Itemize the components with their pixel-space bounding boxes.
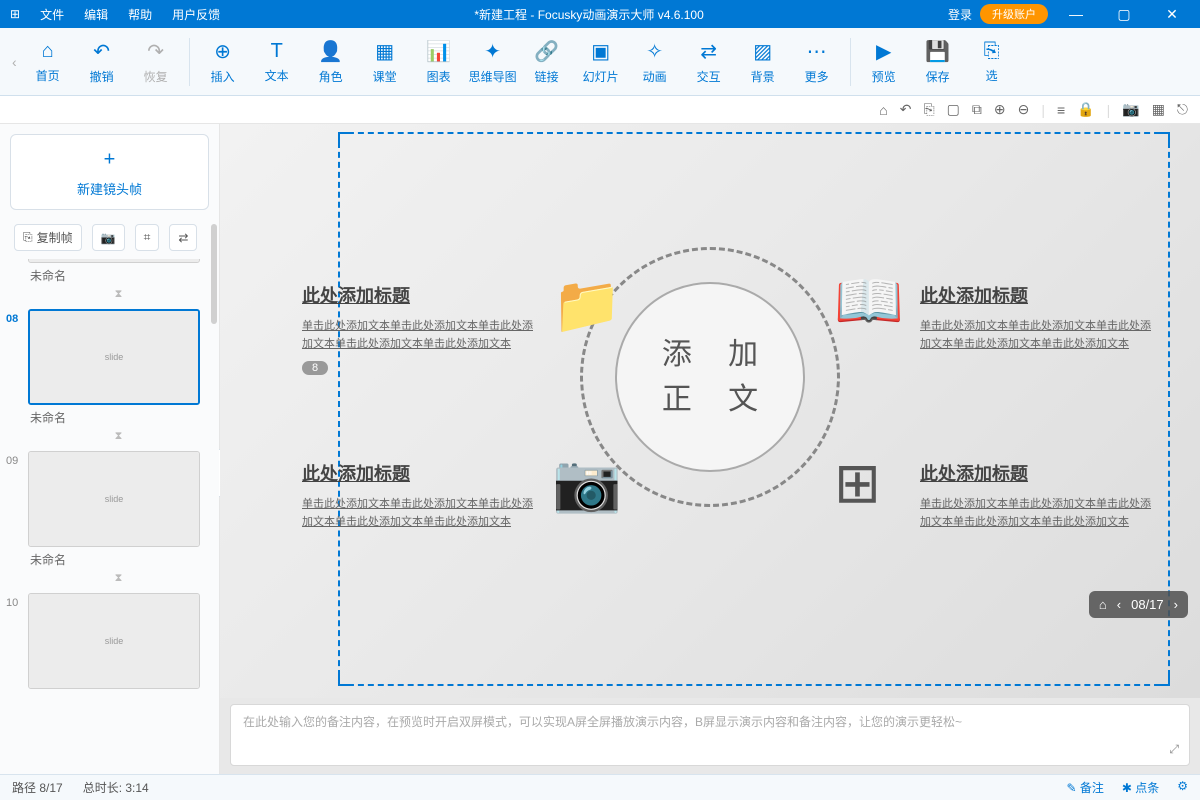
plus-icon: + xyxy=(104,148,116,171)
tool-撤销[interactable]: ↶撤销 xyxy=(75,32,129,92)
status-remark-button[interactable]: ✎ 备注 xyxy=(1066,779,1103,796)
upgrade-button[interactable]: 升级账户 xyxy=(980,4,1048,24)
tool-幻灯片[interactable]: ▣幻灯片 xyxy=(574,32,628,92)
slide-navigator: ⌂ ‹ 08/17 › xyxy=(1089,591,1188,618)
tool-更多[interactable]: ⋯更多 xyxy=(790,32,844,92)
nav-home-icon[interactable]: ⌂ xyxy=(1099,597,1107,612)
nav-prev-icon[interactable]: ‹ xyxy=(1117,597,1121,612)
content-block-br[interactable]: ⊞ 此处添加标题 单击此处添加文本单击此处添加文本单击此处添加文本单击此处添加文… xyxy=(920,460,1160,531)
menu-feedback[interactable]: 用户反馈 xyxy=(162,6,230,23)
tool-预览[interactable]: ▶预览 xyxy=(857,32,911,92)
close-button[interactable]: ✕ xyxy=(1152,6,1192,23)
minimize-button[interactable]: — xyxy=(1056,6,1096,22)
login-link[interactable]: 登录 xyxy=(948,6,972,23)
canvas[interactable]: 添 加 正 文 📁 此处添加标题 单击此处添加文本单击此处添加文本单击此处添加文… xyxy=(220,124,1200,698)
status-duration: 总时长: 3:14 xyxy=(83,779,149,796)
nav-next-icon[interactable]: › xyxy=(1174,597,1178,612)
content-block-tr[interactable]: 📖 此处添加标题 单击此处添加文本单击此处添加文本单击此处添加文本单击此处添加文… xyxy=(920,282,1160,353)
copy-frame-button[interactable]: ⎘ 复制帧 xyxy=(14,224,82,251)
transition-icon[interactable]: ⧗ xyxy=(28,288,209,301)
menu-file[interactable]: 文件 xyxy=(30,6,74,23)
thumbnail[interactable]: slide xyxy=(28,451,200,547)
tool-动画[interactable]: ✧动画 xyxy=(628,32,682,92)
tool-恢复[interactable]: ↷恢复 xyxy=(129,32,183,92)
thumbnail[interactable]: slide xyxy=(28,593,200,689)
tool-角色[interactable]: 👤角色 xyxy=(304,32,358,92)
align-icon[interactable]: ≡ xyxy=(1057,102,1065,118)
status-bar: 路径 8/17 总时长: 3:14 ✎ 备注 ✱ 点条 ⚙ xyxy=(0,774,1200,800)
tool-课堂[interactable]: ▦课堂 xyxy=(358,32,412,92)
notes-area[interactable]: 在此处输入您的备注内容，在预览时开启双屏模式，可以实现A屏全屏播放演示内容，B屏… xyxy=(230,704,1190,766)
book-icon: 📖 xyxy=(834,268,904,334)
tool-链接[interactable]: 🔗链接 xyxy=(520,32,574,92)
badge: 8 xyxy=(302,361,328,375)
context-toolbar: ⌂ ↶ ⎘ ▢ ⧉ ⊕ ⊖ | ≡ 🔒 | 📷 ▦ ⎋ xyxy=(0,96,1200,124)
menu-edit[interactable]: 编辑 xyxy=(74,6,118,23)
tool-保存[interactable]: 💾保存 xyxy=(911,32,965,92)
window-title: *新建工程 - Focusky动画演示大师 v4.6.100 xyxy=(230,6,948,23)
thumbnail[interactable]: slide xyxy=(28,259,200,263)
status-settings-button[interactable]: ⚙ xyxy=(1177,779,1188,796)
folder-icon: 📁 xyxy=(552,272,622,338)
grid-icon[interactable]: ▦ xyxy=(1152,101,1165,118)
swap-frame-button[interactable]: ⇄ xyxy=(169,224,197,251)
sidebar-scrollbar[interactable] xyxy=(211,224,217,324)
paste-icon[interactable]: ▢ xyxy=(947,101,960,118)
undo-icon[interactable]: ↶ xyxy=(900,101,912,118)
tool-插入[interactable]: ⊕插入 xyxy=(196,32,250,92)
menu-bar: 文件 编辑 帮助 用户反馈 xyxy=(30,6,230,23)
zoomout-icon[interactable]: ⊖ xyxy=(1018,101,1030,118)
tool-思维导图[interactable]: ✦思维导图 xyxy=(466,32,520,92)
tool-交互[interactable]: ⇄交互 xyxy=(682,32,736,92)
camera-icon[interactable]: 📷 xyxy=(1122,101,1139,118)
transition-icon[interactable]: ⧗ xyxy=(28,430,209,443)
content-block-bl[interactable]: 📷 此处添加标题 单击此处添加文本单击此处添加文本单击此处添加文本单击此处添加文… xyxy=(302,460,542,531)
tool-文本[interactable]: T文本 xyxy=(250,32,304,92)
toolbar-prev-icon[interactable]: ‹ xyxy=(8,54,21,70)
more-icon[interactable]: ⎋ xyxy=(1177,101,1188,118)
transition-icon[interactable]: ⧗ xyxy=(28,572,209,585)
zoomin-icon[interactable]: ⊕ xyxy=(994,101,1006,118)
content-block-tl[interactable]: 📁 此处添加标题 单击此处添加文本单击此处添加文本单击此处添加文本单击此处添加文… xyxy=(302,282,542,376)
scan-frame-button[interactable]: ⌗ xyxy=(135,224,160,251)
tool-图表[interactable]: 📊图表 xyxy=(412,32,466,92)
lock-icon[interactable]: 🔒 xyxy=(1077,101,1094,118)
slide-sidebar: + 新建镜头帧 ⎘ 复制帧 📷 ⌗ ⇄ slide未命名⧗08slide未命名⧗… xyxy=(0,124,220,774)
home-icon[interactable]: ⌂ xyxy=(879,102,887,118)
thumbnail-list: slide未命名⧗08slide未命名⧗09slide未命名⧗10slide xyxy=(0,259,219,774)
main-toolbar: ‹ ⌂首页↶撤销↷恢复 ⊕插入T文本👤角色▦课堂📊图表✦思维导图🔗链接▣幻灯片✧… xyxy=(0,28,1200,96)
thumbnail[interactable]: slide xyxy=(28,309,200,405)
status-click-button[interactable]: ✱ 点条 xyxy=(1122,779,1159,796)
titlebar: ⊞ 文件 编辑 帮助 用户反馈 *新建工程 - Focusky动画演示大师 v4… xyxy=(0,0,1200,28)
maximize-button[interactable]: ▢ xyxy=(1104,6,1144,23)
dup-icon[interactable]: ⧉ xyxy=(972,101,982,118)
windows-icon: ⊞ xyxy=(834,450,881,516)
status-path: 路径 8/17 xyxy=(12,779,63,796)
camera-big-icon: 📷 xyxy=(552,450,622,516)
nav-counter: 08/17 xyxy=(1131,597,1164,612)
expand-notes-icon[interactable]: ⤢ xyxy=(1169,742,1179,757)
tool-背景[interactable]: ▨背景 xyxy=(736,32,790,92)
canvas-area: 添 加 正 文 📁 此处添加标题 单击此处添加文本单击此处添加文本单击此处添加文… xyxy=(220,124,1200,774)
camera-frame-button[interactable]: 📷 xyxy=(92,224,125,251)
menu-help[interactable]: 帮助 xyxy=(118,6,162,23)
new-frame-button[interactable]: + 新建镜头帧 xyxy=(10,134,209,210)
copy-icon[interactable]: ⎘ xyxy=(923,101,934,118)
tool-首页[interactable]: ⌂首页 xyxy=(21,32,75,92)
tool-选[interactable]: ⎘选 xyxy=(965,32,1019,92)
